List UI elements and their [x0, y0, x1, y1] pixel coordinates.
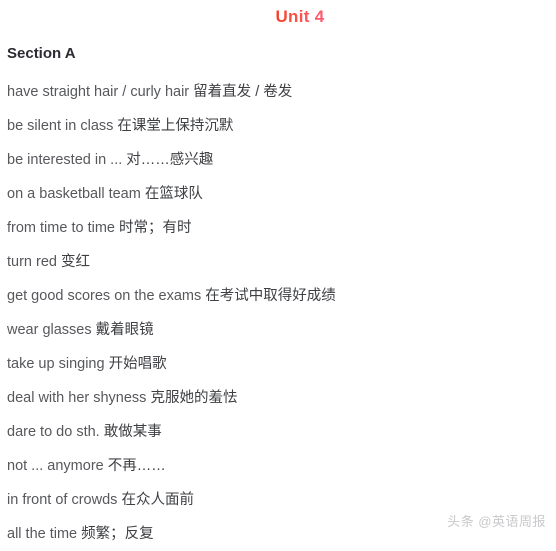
phrase-chinese: 克服她的羞怯 [150, 390, 238, 406]
phrase-english: deal with her shyness [7, 390, 147, 406]
phrase-english: take up singing [7, 356, 105, 372]
phrase-chinese: 在众人面前 [121, 492, 194, 508]
phrase-chinese: 留着直发 / 卷发 [193, 84, 293, 100]
phrase-chinese: 变红 [61, 254, 91, 270]
unit-heading: Unit 4 [275, 7, 325, 26]
phrase-chinese: 戴着眼镜 [95, 322, 154, 338]
phrase-english: not ... anymore [7, 458, 104, 474]
phrase-chinese: 在考试中取得好成绩 [205, 288, 336, 304]
unit-heading-row: Unit 4 [0, 0, 556, 34]
phrase-english: wear glasses [7, 322, 92, 338]
phrase-item: have straight hair / curly hair 留着直发 / 卷… [0, 75, 556, 109]
phrase-item: be interested in ... 对……感兴趣 [0, 143, 556, 177]
phrase-item: get good scores on the exams 在考试中取得好成绩 [0, 279, 556, 313]
phrase-item: turn red 变红 [0, 245, 556, 279]
phrase-chinese: 不再…… [107, 458, 166, 474]
phrase-english: turn red [7, 254, 57, 270]
phrase-chinese: 时常；有时 [119, 220, 192, 236]
phrase-item: on a basketball team 在篮球队 [0, 177, 556, 211]
phrase-english: on a basketball team [7, 186, 141, 202]
phrase-english: get good scores on the exams [7, 288, 202, 304]
phrase-english: have straight hair / curly hair [7, 84, 190, 100]
document-page: Unit 4 Section A have straight hair / cu… [0, 0, 556, 542]
phrase-english: be silent in class [7, 118, 114, 134]
phrase-item: dare to do sth. 敢做某事 [0, 415, 556, 449]
phrase-chinese: 开始唱歌 [108, 356, 167, 372]
phrase-english: dare to do sth. [7, 424, 100, 440]
watermark: 头条 @英语周报 [447, 514, 546, 529]
phrase-chinese: 频繁；反复 [81, 526, 154, 542]
phrase-english: be interested in ... [7, 152, 123, 168]
phrase-chinese: 在课堂上保持沉默 [117, 118, 234, 134]
phrase-item: not ... anymore 不再…… [0, 449, 556, 483]
phrase-chinese: 对……感兴趣 [126, 152, 214, 168]
phrase-item: be silent in class 在课堂上保持沉默 [0, 109, 556, 143]
phrase-english: in front of crowds [7, 492, 118, 508]
phrase-item: from time to time 时常；有时 [0, 211, 556, 245]
phrase-item: wear glasses 戴着眼镜 [0, 313, 556, 347]
phrase-english: all the time [7, 526, 78, 542]
section-heading: Section A [7, 45, 76, 62]
phrase-list: have straight hair / curly hair 留着直发 / 卷… [0, 75, 556, 551]
phrase-item: take up singing 开始唱歌 [0, 347, 556, 381]
phrase-chinese: 在篮球队 [144, 186, 203, 202]
phrase-english: from time to time [7, 220, 115, 236]
phrase-item: deal with her shyness 克服她的羞怯 [0, 381, 556, 415]
phrase-chinese: 敢做某事 [103, 424, 162, 440]
